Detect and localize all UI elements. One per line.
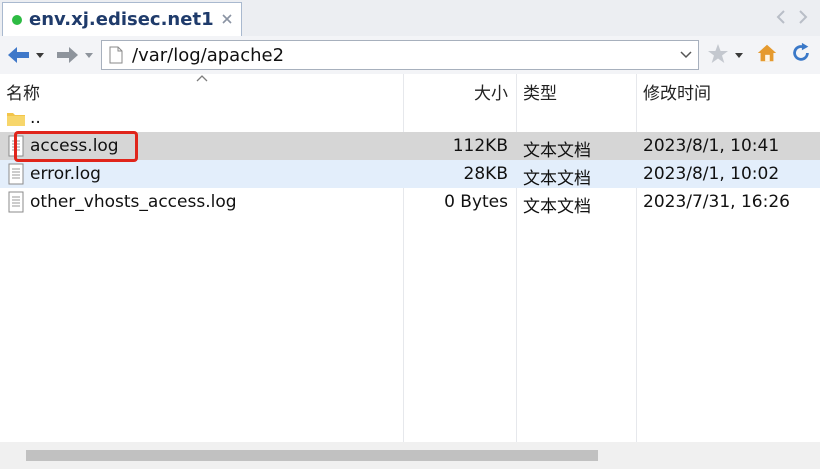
text-file-icon <box>8 163 24 185</box>
forward-arrow-icon[interactable] <box>54 44 80 66</box>
navigation-toolbar: /var/log/apache2 <box>0 36 820 75</box>
sort-ascending-icon <box>196 75 208 82</box>
column-header-row: 名称 大小 类型 修改时间 <box>0 74 820 104</box>
connection-status-dot <box>12 15 22 25</box>
folder-icon <box>7 113 25 126</box>
file-modified: 2023/8/1, 10:41 <box>643 136 780 156</box>
tab-scroll-left-icon[interactable] <box>774 8 788 26</box>
session-tab[interactable]: env.xj.edisec.net1 <box>2 2 242 36</box>
scrollbar-thumb[interactable] <box>26 450 598 461</box>
bookmark-star-icon[interactable] <box>707 43 729 65</box>
file-size: 112KB <box>452 136 508 156</box>
address-dropdown-chevron-icon[interactable] <box>680 50 692 60</box>
address-bar[interactable]: /var/log/apache2 <box>101 40 699 70</box>
file-size: 0 Bytes <box>444 192 508 212</box>
tab-scroll-right-icon[interactable] <box>796 8 810 26</box>
address-path[interactable]: /var/log/apache2 <box>132 45 284 66</box>
tab-bar: env.xj.edisec.net1 <box>0 0 820 37</box>
file-modified: 2023/7/31, 16:26 <box>643 192 790 212</box>
back-arrow-icon[interactable] <box>6 44 32 66</box>
text-file-icon <box>8 191 24 213</box>
column-header-size[interactable]: 大小 <box>474 79 508 104</box>
file-name: other_vhosts_access.log <box>30 192 237 212</box>
highlight-annotation-box <box>14 131 138 162</box>
refresh-icon[interactable] <box>789 42 813 64</box>
forward-history-chevron-down-icon[interactable] <box>83 44 95 66</box>
back-history-chevron-down-icon[interactable] <box>34 44 46 66</box>
file-name: error.log <box>30 164 101 184</box>
bookmark-chevron-down-icon[interactable] <box>733 44 745 66</box>
file-name: .. <box>30 108 41 128</box>
tab-title: env.xj.edisec.net1 <box>29 9 214 30</box>
file-type: 文本文档 <box>523 197 591 217</box>
file-row[interactable]: other_vhosts_access.log 0 Bytes 文本文档 202… <box>0 188 820 217</box>
file-modified: 2023/8/1, 10:02 <box>643 164 780 184</box>
close-icon[interactable] <box>219 11 235 27</box>
file-size: 28KB <box>463 164 508 184</box>
home-icon[interactable] <box>755 42 779 64</box>
horizontal-scrollbar[interactable] <box>0 442 820 469</box>
document-icon <box>109 46 123 64</box>
column-header-name[interactable]: 名称 <box>6 79 40 104</box>
file-type: 文本文档 <box>523 141 591 161</box>
file-row-parent-folder[interactable]: .. <box>0 104 820 132</box>
file-type: 文本文档 <box>523 169 591 189</box>
column-header-type[interactable]: 类型 <box>523 79 557 104</box>
column-header-modified[interactable]: 修改时间 <box>643 79 711 104</box>
file-row[interactable]: error.log 28KB 文本文档 2023/8/1, 10:02 <box>0 160 820 189</box>
